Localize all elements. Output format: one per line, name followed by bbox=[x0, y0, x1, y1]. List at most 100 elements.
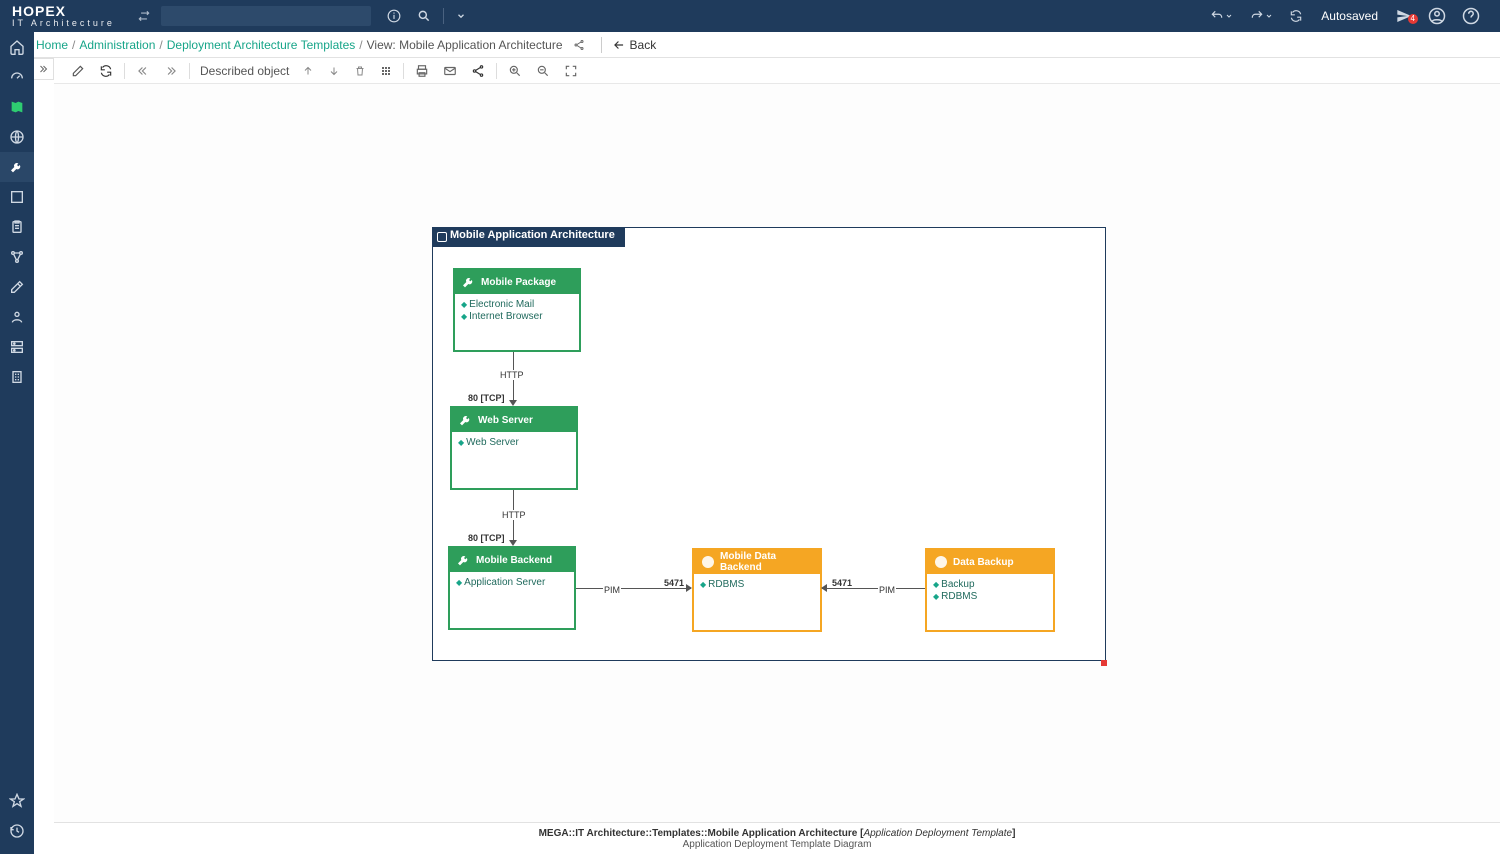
undo-icon[interactable] bbox=[1201, 9, 1241, 23]
node-head: Mobile Package bbox=[455, 270, 579, 294]
footer-type: Application Deployment Template bbox=[863, 828, 1012, 839]
side-map-icon[interactable] bbox=[0, 92, 34, 122]
notif-badge: 4 bbox=[1408, 14, 1418, 24]
topbar: HOPEX IT Architecture Autosaved 4 bbox=[0, 0, 1500, 32]
node-title: Mobile Package bbox=[481, 277, 556, 288]
sidebar-bottom bbox=[0, 786, 34, 846]
connector bbox=[822, 588, 925, 589]
divider bbox=[601, 37, 602, 53]
delete-icon[interactable] bbox=[347, 65, 373, 77]
node-item: Application Server bbox=[456, 577, 568, 588]
side-home-icon[interactable] bbox=[0, 32, 34, 62]
back-button[interactable]: Back bbox=[612, 38, 657, 52]
node-title: Mobile Data Backend bbox=[720, 551, 820, 573]
brand-main: HOPEX bbox=[12, 4, 115, 18]
grid-icon[interactable] bbox=[373, 65, 399, 77]
conn-port: 5471 bbox=[831, 578, 853, 588]
arrow-down-icon[interactable] bbox=[321, 65, 347, 77]
conn-port: 80 [TCP] bbox=[467, 533, 506, 543]
arrow-up-icon[interactable] bbox=[295, 65, 321, 77]
chevron-down-icon[interactable] bbox=[448, 11, 474, 21]
share-icon[interactable] bbox=[573, 39, 585, 51]
node-mobile-data-backend[interactable]: Mobile Data Backend RDBMS bbox=[692, 548, 822, 632]
conn-label: HTTP bbox=[499, 370, 525, 380]
crumb-templates[interactable]: Deployment Architecture Templates bbox=[167, 38, 356, 52]
node-data-backup[interactable]: Data Backup Backup RDBMS bbox=[925, 548, 1055, 632]
side-building-icon[interactable] bbox=[0, 362, 34, 392]
node-item: Web Server bbox=[458, 437, 570, 448]
info-icon[interactable] bbox=[379, 9, 409, 23]
help-icon[interactable] bbox=[1454, 7, 1488, 25]
side-frame-icon[interactable] bbox=[0, 182, 34, 212]
brand-sub: IT Architecture bbox=[12, 19, 115, 28]
back-label: Back bbox=[630, 38, 657, 52]
footer-path: MEGA::IT Architecture::Templates::Mobile… bbox=[539, 828, 1016, 839]
side-workflow-icon[interactable] bbox=[0, 242, 34, 272]
side-dashboard-icon[interactable] bbox=[0, 62, 34, 92]
node-body: Web Server bbox=[452, 432, 576, 453]
refresh-icon[interactable] bbox=[1281, 9, 1311, 23]
conn-port: 5471 bbox=[663, 578, 685, 588]
node-mobile-package[interactable]: Mobile Package Electronic Mail Internet … bbox=[453, 268, 581, 352]
node-mobile-backend[interactable]: Mobile Backend Application Server bbox=[448, 546, 576, 630]
side-globe-icon[interactable] bbox=[0, 122, 34, 152]
topbar-right: Autosaved 4 bbox=[1201, 7, 1500, 25]
diagram-title: Mobile Application Architecture bbox=[432, 227, 625, 247]
side-star-icon[interactable] bbox=[0, 786, 34, 816]
side-clipboard-icon[interactable] bbox=[0, 212, 34, 242]
side-history-icon[interactable] bbox=[0, 816, 34, 846]
conn-port: 80 [TCP] bbox=[467, 393, 506, 403]
edit-icon[interactable] bbox=[64, 64, 92, 78]
connector bbox=[576, 588, 691, 589]
resize-handle-icon[interactable] bbox=[1101, 660, 1107, 666]
sep bbox=[124, 63, 125, 79]
conn-label: PIM bbox=[878, 585, 896, 595]
share-icon[interactable] bbox=[464, 64, 492, 78]
search-input[interactable] bbox=[161, 6, 371, 26]
side-server-icon[interactable] bbox=[0, 332, 34, 362]
crumb-home[interactable]: Home bbox=[36, 38, 68, 52]
brand: HOPEX IT Architecture bbox=[0, 4, 127, 28]
crumb-current: View: Mobile Application Architecture bbox=[367, 38, 563, 52]
expand-sidebar-icon[interactable] bbox=[34, 58, 54, 80]
node-item: Backup bbox=[933, 579, 1047, 590]
side-tools-icon[interactable] bbox=[0, 152, 34, 182]
print-icon[interactable] bbox=[408, 64, 436, 78]
node-item: RDBMS bbox=[700, 579, 814, 590]
footer-sub: Application Deployment Template Diagram bbox=[683, 839, 872, 850]
swap-icon[interactable] bbox=[127, 9, 161, 23]
redo-icon[interactable] bbox=[1241, 9, 1281, 23]
mail-icon[interactable] bbox=[436, 64, 464, 78]
zoom-out-icon[interactable] bbox=[529, 64, 557, 78]
described-object-label: Described object bbox=[200, 64, 289, 78]
fullscreen-icon[interactable] bbox=[557, 64, 585, 78]
node-item: Internet Browser bbox=[461, 311, 573, 322]
side-edit-icon[interactable] bbox=[0, 272, 34, 302]
node-body: RDBMS bbox=[694, 574, 820, 595]
notifications-icon[interactable]: 4 bbox=[1388, 8, 1420, 24]
breadcrumb-bar: Home / Administration / Deployment Archi… bbox=[0, 32, 1500, 58]
user-icon[interactable] bbox=[1420, 7, 1454, 25]
sidebar bbox=[0, 32, 34, 854]
search-icon[interactable] bbox=[409, 9, 439, 23]
diagram-frame: Mobile Application Architecture Mobile P… bbox=[432, 227, 1106, 661]
crumb-admin[interactable]: Administration bbox=[79, 38, 155, 52]
crumb-sep: / bbox=[359, 38, 362, 52]
node-title: Mobile Backend bbox=[476, 555, 552, 566]
autosaved-label: Autosaved bbox=[1321, 9, 1378, 23]
side-people-icon[interactable] bbox=[0, 302, 34, 332]
last-icon[interactable] bbox=[157, 64, 185, 78]
diagram-canvas[interactable]: Mobile Application Architecture Mobile P… bbox=[54, 84, 1500, 822]
node-head: Mobile Backend bbox=[450, 548, 574, 572]
crumb-sep: / bbox=[72, 38, 75, 52]
refresh-icon[interactable] bbox=[92, 64, 120, 78]
diagram-toolbar: Described object bbox=[54, 58, 1500, 84]
node-web-server[interactable]: Web Server Web Server bbox=[450, 406, 578, 490]
footer-path-text: MEGA::IT Architecture::Templates::Mobile… bbox=[539, 828, 861, 839]
node-title: Web Server bbox=[478, 415, 533, 426]
first-icon[interactable] bbox=[129, 64, 157, 78]
conn-label: HTTP bbox=[501, 510, 527, 520]
zoom-in-icon[interactable] bbox=[501, 64, 529, 78]
conn-label: PIM bbox=[603, 585, 621, 595]
footer: MEGA::IT Architecture::Templates::Mobile… bbox=[54, 822, 1500, 854]
